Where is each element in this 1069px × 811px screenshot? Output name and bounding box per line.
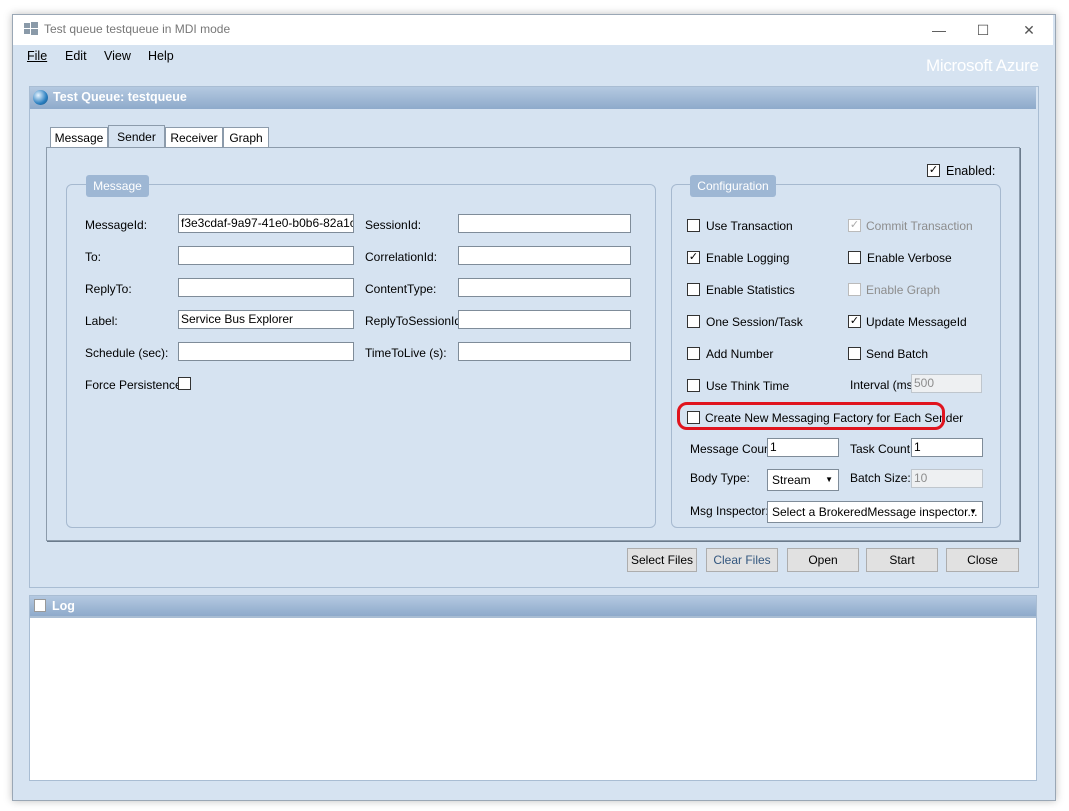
- enable-logging-label: Enable Logging: [706, 251, 790, 265]
- commit-transaction-checkbox[interactable]: ✓: [848, 219, 861, 232]
- body-type-select[interactable]: Stream ▼: [767, 469, 839, 491]
- tab-receiver[interactable]: Receiver: [165, 127, 223, 147]
- enable-logging-checkbox[interactable]: ✓: [687, 251, 700, 264]
- open-button[interactable]: Open: [787, 548, 859, 572]
- tab-graph[interactable]: Graph: [223, 127, 269, 147]
- msg-inspector-select[interactable]: Select a BrokeredMessage inspector... ▼: [767, 501, 983, 523]
- enabled-checkbox[interactable]: ✓: [927, 164, 940, 177]
- batch-size-label: Batch Size:: [850, 471, 911, 485]
- schedule-field[interactable]: [178, 342, 354, 361]
- minimize-icon[interactable]: —: [917, 16, 961, 44]
- task-count-label: Task Count:: [850, 442, 914, 456]
- menu-edit[interactable]: Edit: [65, 49, 87, 63]
- use-think-time-label: Use Think Time: [706, 379, 790, 393]
- message-id-label: MessageId:: [85, 218, 148, 232]
- content-type-field[interactable]: [458, 278, 631, 297]
- session-id-label: SessionId:: [365, 218, 422, 232]
- dropdown-arrow-icon: ▼: [969, 507, 977, 516]
- update-message-id-label: Update MessageId: [866, 315, 967, 329]
- message-id-field[interactable]: f3e3cdaf-9a97-41e0-b0b6-82a1c86: [178, 214, 354, 233]
- body-type-label: Body Type:: [690, 471, 750, 485]
- menu-view[interactable]: View: [104, 49, 131, 63]
- send-batch-checkbox[interactable]: [848, 347, 861, 360]
- label-field[interactable]: Service Bus Explorer: [178, 310, 354, 329]
- interval-field[interactable]: 500: [911, 374, 982, 393]
- use-transaction-label: Use Transaction: [706, 219, 793, 233]
- tab-message[interactable]: Message: [50, 127, 108, 147]
- send-batch-label: Send Batch: [866, 347, 929, 361]
- menu-file[interactable]: File: [27, 49, 47, 63]
- enable-verbose-label: Enable Verbose: [867, 251, 952, 265]
- menu-help[interactable]: Help: [148, 49, 174, 63]
- maximize-icon[interactable]: ☐: [961, 16, 1005, 44]
- reply-to-field[interactable]: [178, 278, 354, 297]
- correlation-id-field[interactable]: [458, 246, 631, 265]
- session-id-field[interactable]: [458, 214, 631, 233]
- log-area[interactable]: [29, 617, 1037, 781]
- enabled-label: Enabled:: [946, 164, 996, 178]
- force-persistence-label: Force Persistence:: [85, 378, 186, 392]
- force-persistence-checkbox[interactable]: [178, 377, 191, 390]
- use-think-time-checkbox[interactable]: [687, 379, 700, 392]
- msg-inspector-label: Msg Inspector:: [690, 504, 769, 518]
- dropdown-arrow-icon: ▼: [825, 475, 833, 484]
- enable-statistics-label: Enable Statistics: [706, 283, 795, 297]
- add-number-checkbox[interactable]: [687, 347, 700, 360]
- content-type-label: ContentType:: [365, 282, 437, 296]
- highlight-annotation: [677, 402, 945, 430]
- log-header: [29, 595, 1037, 617]
- task-count-field[interactable]: 1: [911, 438, 983, 457]
- enable-graph-label: Enable Graph: [866, 283, 941, 297]
- windows-logo-icon: [24, 22, 38, 36]
- enable-statistics-checkbox[interactable]: [687, 283, 700, 296]
- window-title: Test queue testqueue in MDI mode: [44, 22, 231, 36]
- update-message-id-checkbox[interactable]: ✓: [848, 315, 861, 328]
- one-session-task-checkbox[interactable]: [687, 315, 700, 328]
- correlation-id-label: CorrelationId:: [365, 250, 438, 264]
- brand-label: Microsoft Azure: [926, 56, 1039, 75]
- time-to-live-field[interactable]: [458, 342, 631, 361]
- one-session-task-label: One Session/Task: [706, 315, 803, 329]
- globe-icon: [33, 90, 48, 105]
- log-title: Log: [52, 599, 75, 613]
- message-group-title: Message: [86, 175, 149, 197]
- use-transaction-checkbox[interactable]: [687, 219, 700, 232]
- select-files-button[interactable]: Select Files: [627, 548, 697, 572]
- configuration-group-title: Configuration: [690, 175, 776, 197]
- to-field[interactable]: [178, 246, 354, 265]
- close-icon[interactable]: ✕: [1007, 16, 1051, 44]
- interval-label: Interval (ms):: [850, 378, 921, 392]
- clear-files-button[interactable]: Clear Files: [706, 548, 778, 572]
- to-label: To:: [85, 250, 102, 264]
- enable-graph-checkbox[interactable]: [848, 283, 861, 296]
- message-count-label: Message Count:: [690, 442, 778, 456]
- add-number-label: Add Number: [706, 347, 774, 361]
- batch-size-field[interactable]: 10: [911, 469, 983, 488]
- commit-transaction-label: Commit Transaction: [866, 219, 973, 233]
- reply-to-session-id-label: ReplyToSessionId:: [365, 314, 465, 328]
- close-button[interactable]: Close: [946, 548, 1019, 572]
- start-button[interactable]: Start: [866, 548, 938, 572]
- child-title: Test Queue: testqueue: [53, 90, 187, 104]
- reply-to-label: ReplyTo:: [85, 282, 132, 296]
- time-to-live-label: TimeToLive (s):: [365, 346, 447, 360]
- message-count-field[interactable]: 1: [767, 438, 839, 457]
- log-icon: [34, 599, 46, 612]
- schedule-label: Schedule (sec):: [85, 346, 169, 360]
- reply-to-session-id-field[interactable]: [458, 310, 631, 329]
- tab-sender[interactable]: Sender: [108, 125, 165, 147]
- enable-verbose-checkbox[interactable]: [848, 251, 861, 264]
- label-label: Label:: [85, 314, 118, 328]
